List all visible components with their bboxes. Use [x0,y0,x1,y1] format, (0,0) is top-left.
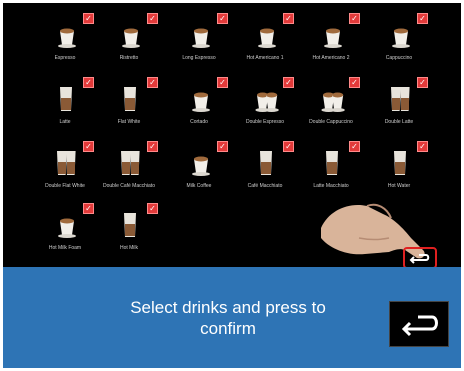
latte-glass-icon [60,87,72,111]
drink-tile[interactable]: ✓ Hot Milk Foam [33,203,97,263]
drink-label: Double Café Macchiato [103,183,155,189]
long-espresso-cup-icon [192,28,210,48]
drink-label: Double Flat White [45,183,85,189]
selected-check-icon[interactable]: ✓ [83,13,94,24]
confirm-button-highlight[interactable] [403,247,437,269]
drink-tile[interactable]: ✓ Flat White [97,77,161,137]
drink-label: Café Macchiato [247,183,283,189]
drink-label: Hot Americano 1 [246,55,284,61]
selected-check-icon[interactable]: ✓ [217,77,228,88]
confirm-button-example [389,301,449,347]
selected-check-icon[interactable]: ✓ [417,77,428,88]
instruction-text: Select drinks and press to confirm [130,298,326,338]
drink-tile[interactable]: ✓ Hot Milk [97,203,161,263]
selected-check-icon[interactable]: ✓ [147,13,158,24]
selected-check-icon[interactable]: ✓ [349,141,360,152]
americano-cup-icon [324,28,342,48]
double-cappuccino-cup-icon [321,92,345,112]
milk-foam-cup-icon [58,218,76,238]
drink-tile[interactable]: ✓ Cappuccino [367,13,431,73]
selected-check-icon[interactable]: ✓ [147,203,158,214]
selected-check-icon[interactable]: ✓ [217,141,228,152]
hot-water-glass-icon [394,151,406,175]
drink-label: Flat White [117,119,141,125]
drink-tile[interactable]: ✓ Long Espresso [167,13,231,73]
selected-check-icon[interactable]: ✓ [147,141,158,152]
drink-label: Double Espresso [245,119,285,125]
double-macchiato-glass-icon [121,151,140,175]
macchiato-glass-icon [260,151,272,175]
drink-tile[interactable]: ✓ Hot Americano 2 [299,13,363,73]
drink-label: Cortado [190,119,208,125]
drink-tile[interactable]: ✓ Double Espresso [233,77,297,137]
selected-check-icon[interactable]: ✓ [283,13,294,24]
americano-cup-icon [258,28,276,48]
espresso-cup-icon [58,28,76,48]
selected-check-icon[interactable]: ✓ [147,77,158,88]
drink-tile[interactable]: ✓ Hot Americano 1 [233,13,297,73]
double-espresso-cup-icon [255,92,279,112]
selected-check-icon[interactable]: ✓ [283,77,294,88]
drink-tile[interactable]: ✓ Ristretto [97,13,161,73]
drink-tile[interactable]: ✓ Double Flat White [33,141,97,201]
selected-check-icon[interactable]: ✓ [349,77,360,88]
drink-label: Cappuccino [385,55,413,61]
drink-tile[interactable]: ✓ Double Cappuccino [299,77,363,137]
drink-tile[interactable]: ✓ Café Macchiato [233,141,297,201]
instruction-banner: Select drinks and press to confirm [3,267,461,368]
drink-label: Milk Coffee [186,183,212,189]
drink-label: Espresso [54,55,76,61]
double-latte-glass-icon [391,87,410,111]
drink-label: Latte [59,119,71,125]
drink-label: Hot Milk Foam [48,245,82,251]
return-arrow-icon [409,254,430,264]
flat-white-glass-icon [124,87,136,111]
drink-tile[interactable]: ✓ Cortado [167,77,231,137]
cappuccino-cup-icon [392,28,410,48]
hot-milk-glass-icon [124,213,136,237]
drink-tile[interactable]: ✓ Latte [33,77,97,137]
drink-label: Double Latte [384,119,414,125]
drink-tile[interactable]: ✓ Espresso [33,13,97,73]
milk-coffee-cup-icon [192,156,210,176]
drink-label: Hot Americano 2 [312,55,350,61]
drink-label: Hot Milk [119,245,139,251]
selected-check-icon[interactable]: ✓ [83,141,94,152]
ristretto-cup-icon [122,28,140,48]
selected-check-icon[interactable]: ✓ [217,13,228,24]
drink-label: Long Espresso [182,55,216,61]
drink-tile[interactable]: ✓ Double Latte [367,77,431,137]
selected-check-icon[interactable]: ✓ [349,13,360,24]
selected-check-icon[interactable]: ✓ [283,141,294,152]
cortado-cup-icon [192,92,210,112]
selected-check-icon[interactable]: ✓ [83,203,94,214]
drink-tile[interactable]: ✓ Milk Coffee [167,141,231,201]
selected-check-icon[interactable]: ✓ [417,13,428,24]
double-flat-white-glass-icon [57,151,76,175]
selected-check-icon[interactable]: ✓ [83,77,94,88]
drink-label: Double Cappuccino [309,119,353,125]
drink-tile[interactable]: ✓ Double Café Macchiato [97,141,161,201]
drink-selection-screen: ✓ Espresso ✓ Ristretto ✓ Long Espresso ✓ Hot Am… [3,3,461,269]
latte-macchiato-glass-icon [326,151,338,175]
return-arrow-icon [401,315,438,337]
drink-label: Ristretto [119,55,139,61]
selected-check-icon[interactable]: ✓ [417,141,428,152]
